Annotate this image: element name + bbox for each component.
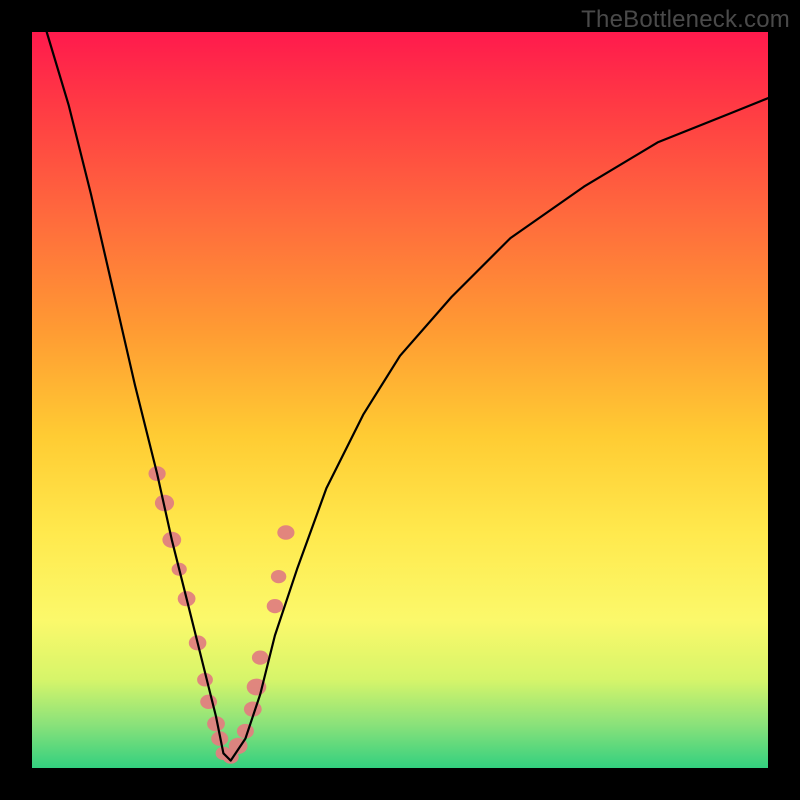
bottleneck-curve xyxy=(47,32,768,761)
marker-dot xyxy=(252,651,269,665)
chart-frame: TheBottleneck.com xyxy=(0,0,800,800)
marker-dot xyxy=(267,599,283,613)
plot-area xyxy=(32,32,768,768)
marker-dot xyxy=(277,525,294,540)
watermark-text: TheBottleneck.com xyxy=(581,6,790,34)
marker-dot xyxy=(271,570,286,583)
chart-svg xyxy=(32,32,768,768)
markers-group xyxy=(149,466,295,764)
